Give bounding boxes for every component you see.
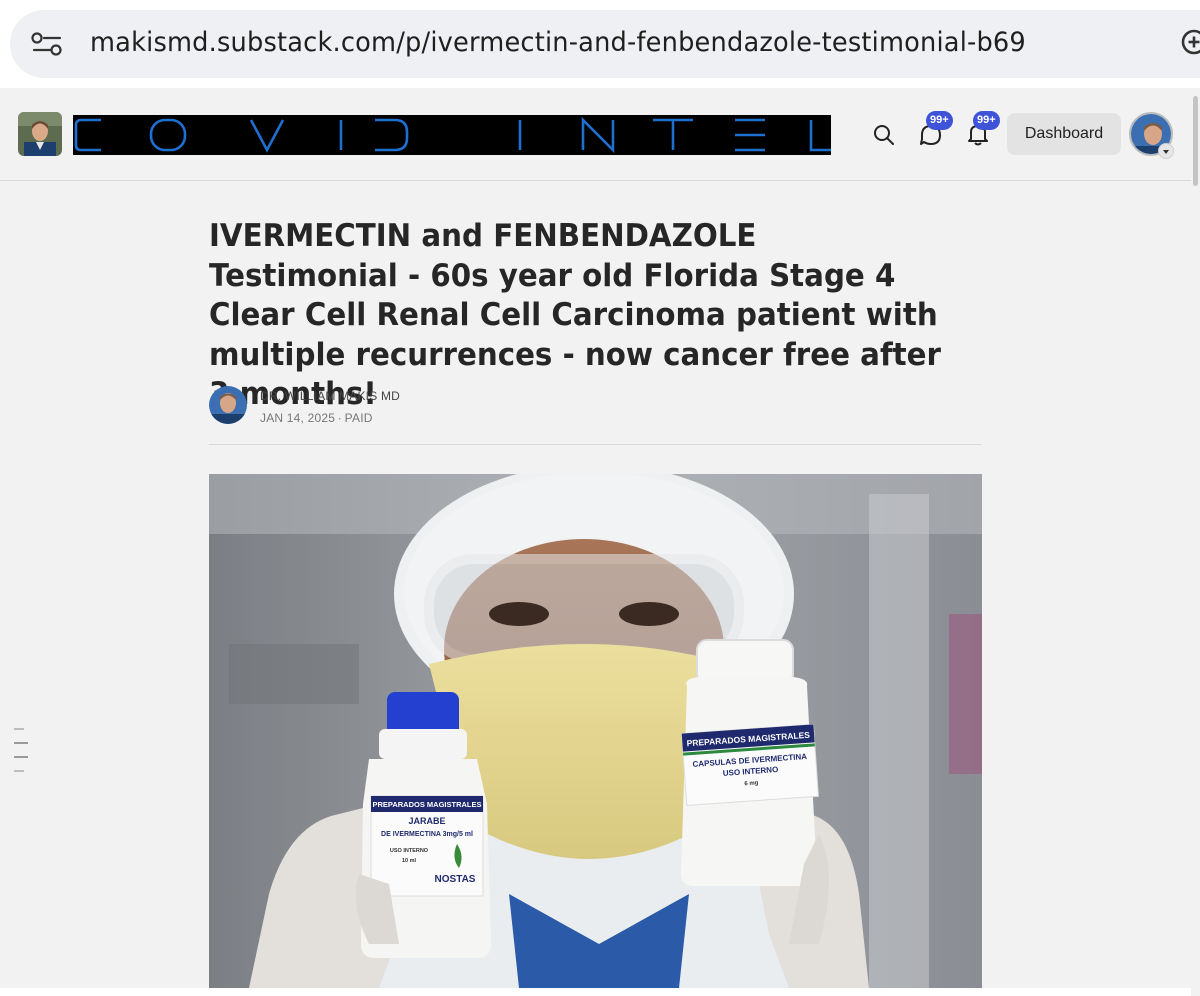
byline-divider	[209, 444, 982, 445]
left-bottle-brand: PREPARADOS MAGISTRALES	[372, 800, 481, 809]
author-avatar[interactable]	[209, 386, 247, 424]
meta-separator: ∙	[338, 411, 342, 425]
search-icon[interactable]	[872, 123, 896, 147]
left-bottle-line3: USO INTERNO	[390, 848, 429, 854]
toc-line	[14, 728, 24, 730]
author-name[interactable]: DR. WILLIAM MAKIS MD	[260, 389, 400, 403]
address-bar[interactable]: makismd.substack.com/p/ivermectin-and-fe…	[10, 10, 1200, 78]
post-meta: JAN 14, 2025 ∙ PAID	[260, 411, 373, 425]
chat-count-badge: 99+	[926, 111, 953, 130]
toc-line	[14, 742, 28, 744]
toc-line	[14, 756, 28, 758]
url-text[interactable]: makismd.substack.com/p/ivermectin-and-fe…	[90, 27, 1026, 58]
hero-image: PREPARADOS MAGISTRALES JARABE DE IVERMEC…	[209, 474, 982, 988]
post-date: JAN 14, 2025	[260, 411, 336, 425]
notifications-count-badge: 99+	[973, 111, 1000, 130]
toc-line	[14, 770, 24, 772]
post-title: IVERMECTIN and FENBENDAZOLE Testimonial …	[209, 218, 942, 412]
bottom-edge	[0, 988, 1200, 996]
publication-logo[interactable]	[18, 112, 62, 156]
page-content: 99+ 99+ Dashboard IVERMECTIN and FENBEND…	[0, 88, 1200, 996]
post-access: PAID	[344, 411, 373, 425]
table-of-contents-toggle[interactable]	[14, 728, 28, 784]
left-bottle-line4: 10 ml	[402, 858, 417, 864]
zoom-in-icon[interactable]	[1180, 28, 1200, 60]
left-bottle-line1: JARABE	[408, 816, 445, 826]
scrollbar-thumb[interactable]	[1193, 96, 1198, 186]
left-bottle-line2: DE IVERMECTINA 3mg/5 ml	[381, 831, 473, 838]
publication-banner[interactable]	[73, 115, 831, 155]
dashboard-button[interactable]: Dashboard	[1007, 113, 1121, 155]
top-navigation: 99+ 99+ Dashboard	[0, 88, 1191, 181]
page-scrollbar[interactable]	[1191, 96, 1200, 996]
browser-chrome: makismd.substack.com/p/ivermectin-and-fe…	[0, 0, 1200, 88]
right-bottle-line3: 6 mg	[744, 780, 759, 787]
tune-icon[interactable]	[30, 32, 64, 56]
left-bottle-logo: NOSTAS	[435, 874, 476, 885]
chevron-down-icon[interactable]	[1158, 143, 1174, 159]
